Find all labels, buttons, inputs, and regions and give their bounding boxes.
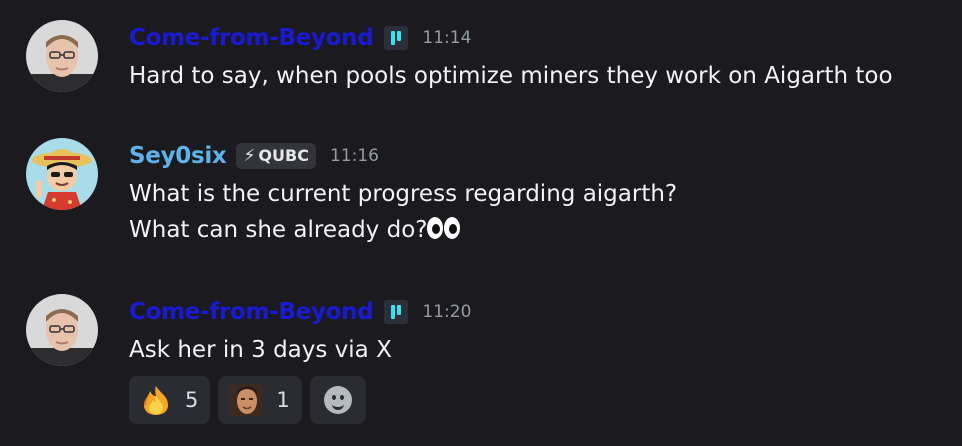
username[interactable]: Come-from-Beyond — [129, 25, 374, 51]
message-line: Hard to say, when pools optimize miners … — [129, 63, 893, 89]
message-header: Come-from-Beyond 11:20 — [129, 294, 471, 330]
server-tag-label: QUBC — [258, 146, 309, 165]
username[interactable]: Come-from-Beyond — [129, 299, 374, 325]
timestamp[interactable]: 11:20 — [422, 302, 471, 322]
message-2: Sey0six ⚡ QUBC 11:16 What is the current… — [0, 138, 962, 258]
server-tag-badge[interactable]: ⚡ QUBC — [236, 143, 316, 169]
reaction-count: 5 — [185, 388, 199, 412]
message-1: Come-from-Beyond 11:14 Hard to say, when… — [0, 20, 962, 100]
reaction-fire[interactable]: 5 — [129, 376, 211, 424]
reactions-bar: 5 1 — [129, 376, 366, 424]
lightning-bolt-icon: ⚡ — [243, 146, 256, 166]
custom-face-emoji — [230, 384, 263, 416]
reaction-custom-face[interactable]: 1 — [218, 376, 302, 424]
chat-messages: Come-from-Beyond 11:14 Hard to say, when… — [0, 0, 962, 446]
qubic-logo-icon[interactable] — [384, 26, 409, 50]
message-line-with-emoji: What can she already do? — [129, 212, 677, 248]
message-header: Come-from-Beyond 11:14 — [129, 20, 471, 56]
message-line: What is the current progress regarding a… — [129, 181, 678, 207]
avatar-sey0six[interactable] — [26, 138, 98, 210]
add-reaction-button[interactable] — [309, 376, 366, 424]
username[interactable]: Sey0six — [129, 143, 227, 169]
message-content: Ask her in 3 days via X — [129, 332, 392, 368]
eyes-emoji[interactable] — [427, 217, 461, 239]
message-header: Sey0six ⚡ QUBC 11:16 — [129, 138, 379, 174]
avatar-come-from-beyond[interactable] — [26, 20, 98, 92]
message-content: What is the current progress regarding a… — [129, 176, 677, 248]
timestamp[interactable]: 11:14 — [422, 28, 471, 48]
avatar-come-from-beyond[interactable] — [26, 294, 98, 366]
reaction-count: 1 — [276, 388, 290, 412]
message-3: Come-from-Beyond 11:20 Ask her in 3 days… — [0, 294, 962, 434]
timestamp[interactable]: 11:16 — [330, 146, 379, 166]
fire-emoji — [144, 386, 168, 415]
message-line: What can she already do? — [129, 217, 428, 243]
add-reaction-smile-icon — [323, 386, 352, 414]
message-line: Ask her in 3 days via X — [129, 337, 392, 363]
qubic-logo-icon[interactable] — [384, 300, 409, 324]
message-content: Hard to say, when pools optimize miners … — [129, 58, 893, 94]
